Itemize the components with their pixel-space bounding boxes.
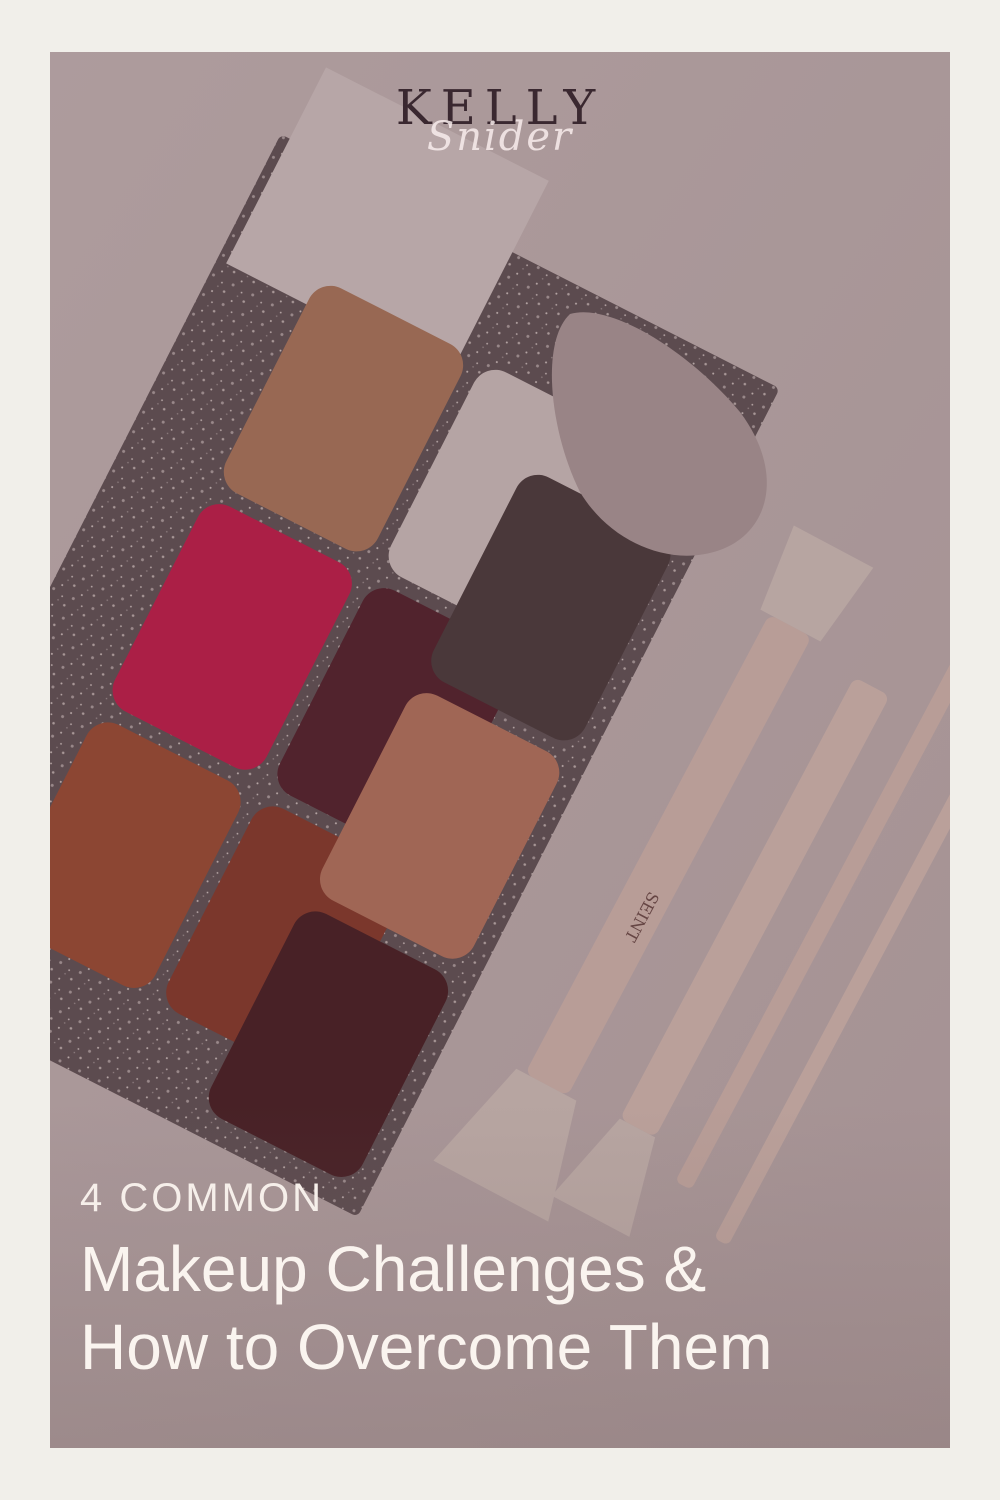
logo-script: Snider bbox=[426, 114, 574, 160]
brand-logo: KELLY Snider bbox=[50, 80, 950, 200]
headline-kicker: 4 COMMON bbox=[80, 1176, 324, 1220]
headline-line-2: How to Overcome Them bbox=[80, 1311, 773, 1383]
headline-title: Makeup Challenges & How to Overcome Them bbox=[80, 1230, 940, 1386]
pin-image-frame: SEINT KELLY Snider 4 COMMON Makeup Chall… bbox=[50, 52, 950, 1448]
headline-line-1: Makeup Challenges & bbox=[80, 1233, 707, 1305]
